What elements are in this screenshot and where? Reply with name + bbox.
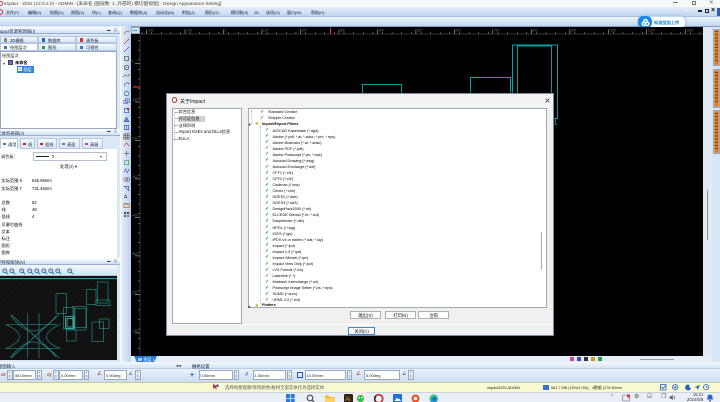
svg-text:-400: -400 xyxy=(132,213,139,217)
svg-text:Ai: Ai xyxy=(345,397,350,402)
svg-text:0: 0 xyxy=(132,59,134,63)
svg-text:0: 0 xyxy=(225,28,227,32)
svg-text:800: 800 xyxy=(532,28,538,32)
svg-text:300: 300 xyxy=(340,28,346,32)
svg-text:500: 500 xyxy=(417,28,423,32)
svg-text:-500: -500 xyxy=(132,251,139,255)
svg-text:1100: 1100 xyxy=(648,28,655,32)
svg-text:-100: -100 xyxy=(132,98,139,102)
svg-text:700: 700 xyxy=(494,28,500,32)
svg-text:-600: -600 xyxy=(132,290,139,294)
svg-text:-100: -100 xyxy=(186,28,193,32)
svg-text:1200: 1200 xyxy=(686,28,693,32)
svg-text:600: 600 xyxy=(455,28,461,32)
svg-text:-200: -200 xyxy=(132,136,139,140)
svg-text:100: 100 xyxy=(263,28,269,32)
svg-text:900: 900 xyxy=(571,28,577,32)
svg-text:1000: 1000 xyxy=(609,28,616,32)
svg-text:-200: -200 xyxy=(148,28,155,32)
svg-text:-700: -700 xyxy=(132,328,139,332)
svg-text:400: 400 xyxy=(378,28,384,32)
svg-text:-300: -300 xyxy=(132,174,139,178)
svg-text:200: 200 xyxy=(301,28,307,32)
svg-text:A: A xyxy=(123,195,127,200)
